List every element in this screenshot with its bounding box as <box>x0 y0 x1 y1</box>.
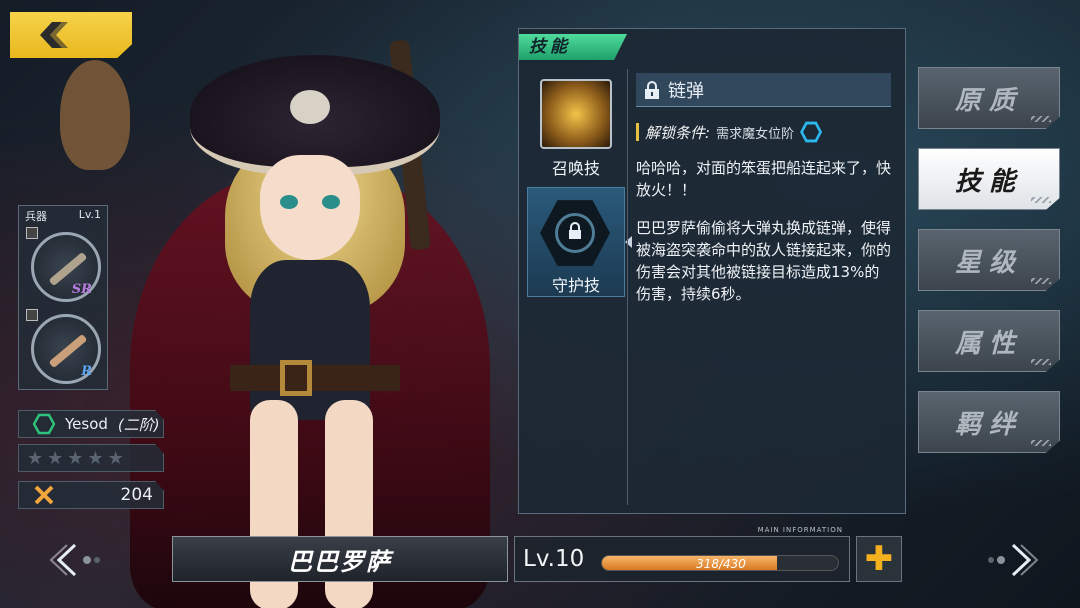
character-name-plate: 巴巴罗萨 <box>172 536 508 582</box>
skills-window: 技能 召唤技 守护技 链弹 解锁条件: 需求魔女位阶 哈哈哈，对面的笨蛋把船连起… <box>518 28 906 514</box>
weapon-rank-badge: R <box>81 364 92 379</box>
crossed-swords-icon <box>34 485 54 505</box>
star-icon: ★ <box>67 447 84 469</box>
skill-name: 守护技 <box>551 276 600 295</box>
weapon-slot-1[interactable]: SR <box>26 227 101 302</box>
skill-detail-header: 链弹 <box>636 73 891 107</box>
character-level: Lv.10 <box>523 546 585 572</box>
slot-corner-icon <box>26 227 38 239</box>
tab-stars[interactable]: 星级 <box>918 229 1060 291</box>
unlock-value: 需求魔女位阶 <box>716 126 795 142</box>
prev-arrow-icon <box>49 543 100 577</box>
skill-title: 链弹 <box>668 80 704 102</box>
skill-quote: 哈哈哈，对面的笨蛋把船连起来了，快放火！！ <box>636 159 892 199</box>
lock-icon <box>645 80 659 99</box>
skills-window-title: 技能 <box>519 34 627 60</box>
hexagon-rank-icon <box>800 121 823 143</box>
right-eye <box>322 195 340 209</box>
pet-cat-figure <box>60 60 130 170</box>
star-icon: ★ <box>107 447 124 469</box>
power-stat: 204 <box>18 481 164 509</box>
prev-character-button[interactable] <box>40 540 110 580</box>
weapon-panel-header: 兵器 Lv.1 <box>19 206 107 226</box>
star-icon: ★ <box>47 447 64 469</box>
tab-stripe <box>1031 440 1051 446</box>
tab-essence[interactable]: 原质 <box>918 67 1060 129</box>
skill-item-summon[interactable]: 召唤技 <box>527 69 625 179</box>
next-character-button[interactable] <box>978 540 1048 580</box>
weapon-panel: 兵器 Lv.1 SR R <box>18 205 108 390</box>
skill-name: 召唤技 <box>551 159 600 178</box>
slot-corner-icon <box>26 309 38 321</box>
sephira-name: Yesod <box>65 415 108 433</box>
belt-buckle <box>280 360 312 396</box>
sephira-status: Yesod (二阶) <box>18 410 164 438</box>
belt <box>230 365 400 391</box>
tab-stripe <box>1031 116 1051 122</box>
weapon-label: 兵器 <box>25 210 47 223</box>
exp-bar: 318/430 <box>601 555 839 571</box>
tab-skills[interactable]: 技能 <box>918 148 1060 210</box>
star-icon: ★ <box>87 447 104 469</box>
skill-description: 巴巴罗萨偷偷将大弹丸换成链弹，使得被海盗突袭命中的敌人链接起来，你的伤害会对其他… <box>636 219 892 303</box>
character-name: 巴巴罗萨 <box>288 547 392 576</box>
face <box>260 155 360 260</box>
tab-attributes[interactable]: 属性 <box>918 310 1060 372</box>
skill-detail: 链弹 解锁条件: 需求魔女位阶 哈哈哈，对面的笨蛋把船连起来了，快放火！！ 巴巴… <box>627 69 899 505</box>
guard-skill-icon <box>540 198 612 266</box>
tab-label: 属性 <box>954 328 1023 359</box>
weapon-slot-2[interactable]: R <box>26 309 101 384</box>
tab-label: 星级 <box>954 247 1023 278</box>
skill-list: 召唤技 守护技 <box>527 69 632 297</box>
character-art <box>60 20 510 608</box>
hexagon-icon <box>33 413 55 435</box>
plus-icon: ✚ <box>864 539 894 579</box>
unlock-label: 解锁条件: <box>645 123 711 142</box>
tab-label: 羁绊 <box>954 409 1023 440</box>
tab-stripe <box>1031 197 1051 203</box>
torso <box>250 260 370 420</box>
power-value: 204 <box>120 485 153 505</box>
weapon-rank-badge: SR <box>71 282 92 297</box>
tab-label: 原质 <box>954 85 1023 116</box>
back-button[interactable] <box>10 12 132 58</box>
tab-stripe <box>1031 359 1051 365</box>
skull-emblem <box>290 90 330 124</box>
star-icon: ★ <box>27 447 44 469</box>
tab-bonds[interactable]: 羁绊 <box>918 391 1060 453</box>
main-information-label: MAIN INFORMATION <box>757 526 843 534</box>
tab-label: 技能 <box>954 166 1023 197</box>
next-arrow-icon <box>988 543 1039 577</box>
level-up-button[interactable]: ✚ <box>856 536 902 582</box>
tab-stripe <box>1031 278 1051 284</box>
level-box: MAIN INFORMATION Lv.10 318/430 <box>514 526 850 582</box>
accent-bar <box>636 123 639 141</box>
exp-text: 318/430 <box>696 557 746 571</box>
weapon-level: Lv.1 <box>78 208 101 221</box>
star-rating: ★ ★ ★ ★ ★ <box>18 444 164 472</box>
skill-item-guard[interactable]: 守护技 <box>527 187 632 297</box>
fish-skill-icon <box>540 79 612 149</box>
unlock-condition: 解锁条件: 需求魔女位阶 <box>636 121 891 143</box>
chevron-left-icon <box>40 22 68 48</box>
lock-icon <box>569 222 581 239</box>
left-eye <box>280 195 298 209</box>
sephira-tier: (二阶) <box>117 415 160 434</box>
